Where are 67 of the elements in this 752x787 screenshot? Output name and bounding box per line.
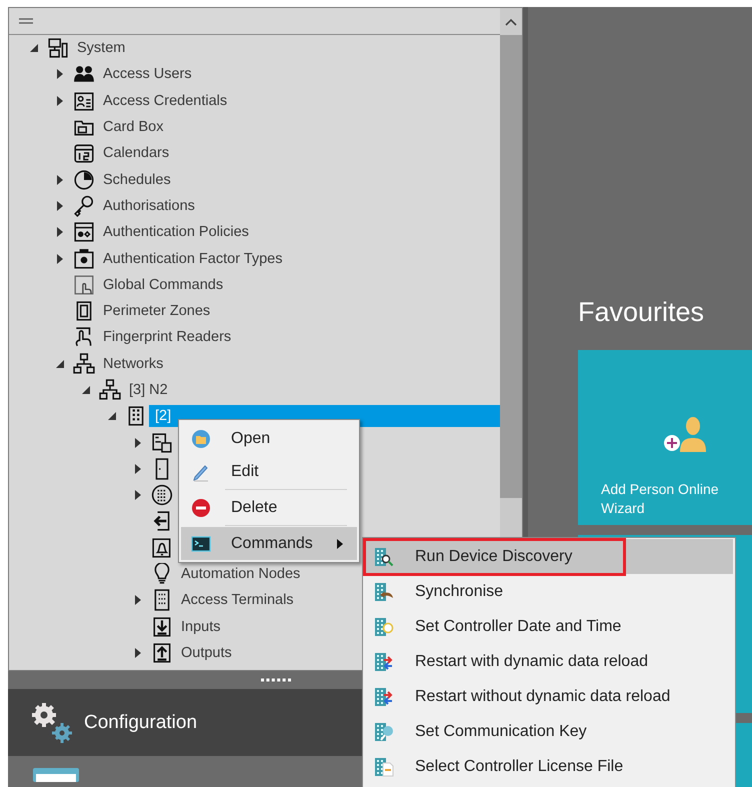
minus-circle-icon xyxy=(191,498,211,518)
bell-icon xyxy=(151,536,173,559)
menu-icon[interactable] xyxy=(19,18,33,24)
devices-icon xyxy=(151,432,173,454)
tree-item[interactable]: Automation Nodes xyxy=(175,563,306,586)
tree-item[interactable]: Networks xyxy=(97,352,170,375)
caret-right-icon[interactable] xyxy=(135,490,141,500)
caret-right-icon[interactable] xyxy=(57,69,63,80)
gears-icon xyxy=(30,700,74,745)
tree-item[interactable]: Card Box xyxy=(97,116,170,138)
tree-item[interactable]: Access Terminals xyxy=(175,589,300,612)
grip-icon[interactable] xyxy=(260,678,292,682)
menu-item[interactable]: Set Controller Date and Time xyxy=(365,609,733,644)
caret-right-icon[interactable] xyxy=(57,254,63,264)
clock-icon xyxy=(73,168,95,191)
caret-right-icon[interactable] xyxy=(57,200,63,211)
network-icon xyxy=(99,379,121,401)
caret-right-icon[interactable] xyxy=(57,174,63,185)
tree-item[interactable]: Authentication Factor Types xyxy=(97,248,288,270)
network-icon xyxy=(73,352,95,375)
menu-item[interactable]: Restart with dynamic data reload xyxy=(365,644,733,679)
terminal-icon xyxy=(191,534,211,554)
tree-item[interactable]: Schedules xyxy=(97,168,177,191)
keypad-icon xyxy=(151,484,173,506)
caret-right-icon[interactable] xyxy=(135,464,141,474)
caret-down-icon[interactable] xyxy=(56,360,64,368)
building-arrows-icon xyxy=(374,652,394,672)
tree-item[interactable]: System xyxy=(71,37,132,60)
tree-item[interactable]: Authorisations xyxy=(97,194,201,217)
key-icon xyxy=(73,194,95,217)
menu-item[interactable]: Run Device Discovery xyxy=(365,539,733,574)
caret-right-icon[interactable] xyxy=(135,595,141,606)
building-document-icon xyxy=(374,756,394,776)
tree-item[interactable]: Global Commands xyxy=(97,274,230,296)
section-title: Favourites xyxy=(578,297,706,329)
caret-right-icon[interactable] xyxy=(57,227,63,238)
menu-item[interactable]: Delete xyxy=(181,491,357,524)
tree-item[interactable]: Perimeter Zones xyxy=(97,300,216,322)
building-arrows-icon xyxy=(374,686,394,706)
tree-item[interactable]: Inputs xyxy=(175,616,226,638)
upload-icon xyxy=(151,642,173,664)
caret-right-icon[interactable] xyxy=(135,648,141,658)
computer-icon xyxy=(47,37,69,60)
chevron-up-icon xyxy=(505,18,517,26)
download-icon xyxy=(151,616,173,638)
caret-down-icon[interactable] xyxy=(108,412,116,420)
menu-item[interactable]: Edit xyxy=(181,455,357,488)
tree-item[interactable]: Access Users xyxy=(97,63,198,86)
building-magnifier-icon xyxy=(374,546,394,566)
tree-item[interactable]: Outputs xyxy=(175,642,238,664)
tree-item[interactable]: Fingerprint Readers xyxy=(97,326,238,348)
menu-item[interactable]: Commands xyxy=(181,527,357,560)
tree-item[interactable]: [3] N2 xyxy=(123,379,174,401)
caret-right-icon[interactable] xyxy=(135,438,141,448)
calendar-icon xyxy=(73,142,95,164)
caret-right-icon[interactable] xyxy=(57,96,63,106)
id-card-icon xyxy=(73,90,95,112)
folder-icon xyxy=(191,428,211,448)
menu-item[interactable]: Synchronise xyxy=(365,574,733,609)
building-arrow-icon xyxy=(374,582,394,602)
tree-item[interactable]: Calendars xyxy=(97,142,176,164)
scroll-up-button[interactable] xyxy=(500,8,522,35)
tree-item[interactable]: Authentication Policies xyxy=(97,221,255,244)
tree-item[interactable]: Access Credentials xyxy=(97,90,234,112)
building-clock-icon xyxy=(374,616,394,636)
caret-down-icon[interactable] xyxy=(82,386,90,394)
caret-down-icon[interactable] xyxy=(30,44,38,52)
